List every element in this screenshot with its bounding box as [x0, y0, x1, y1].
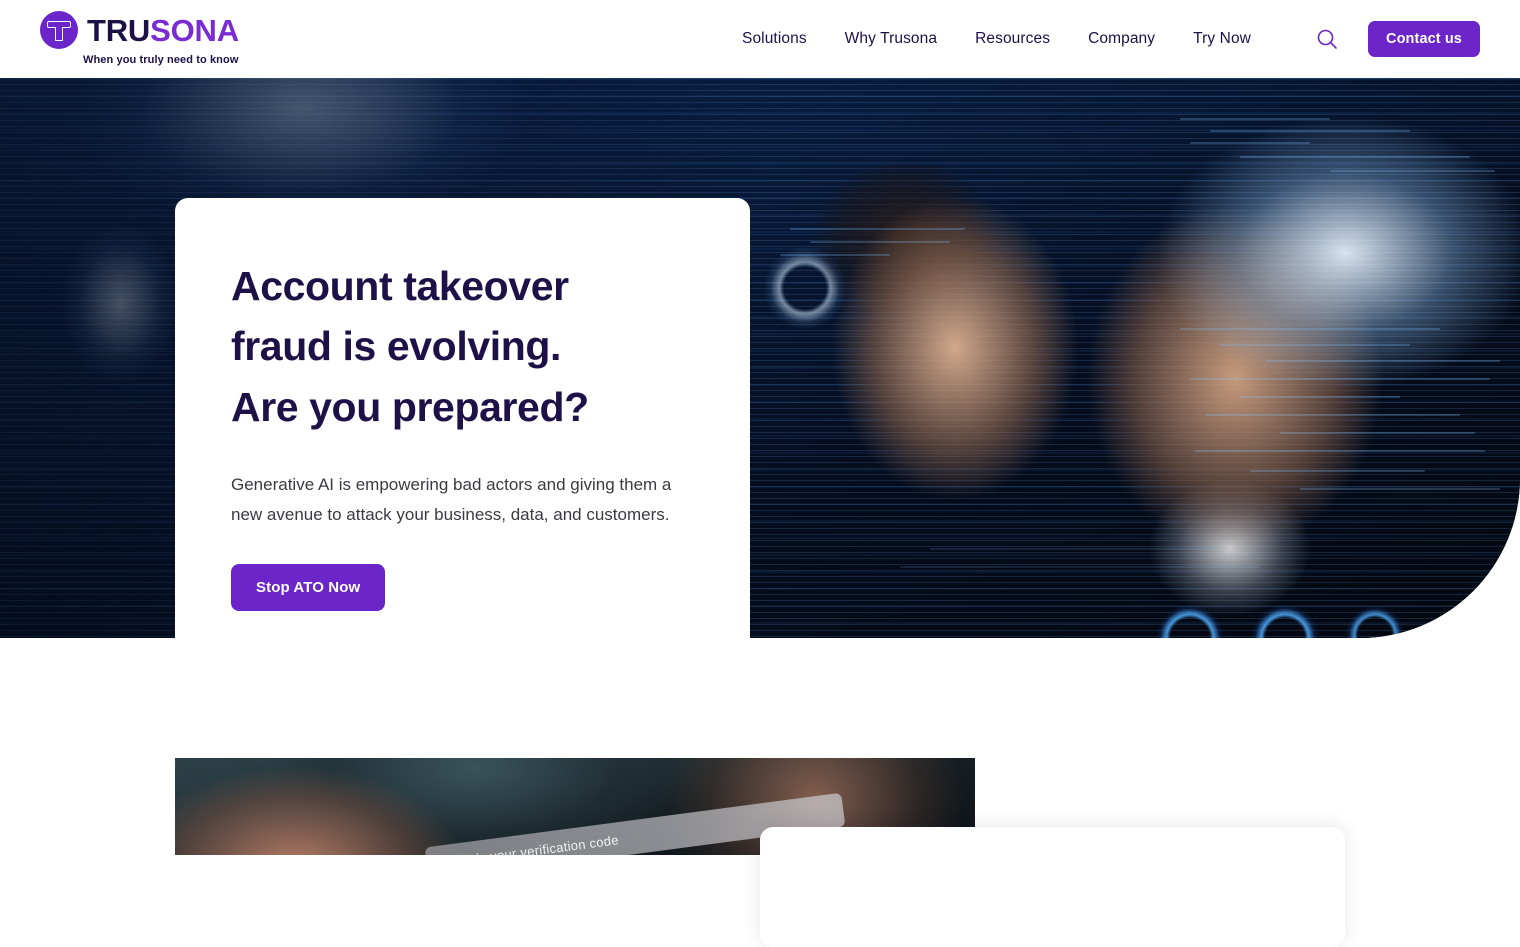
hero-subtitle: Generative AI is empowering bad actors a…: [231, 474, 672, 524]
secondary-section: ****** is your verification code: [0, 638, 1520, 947]
logo-word-tru: TRU: [87, 12, 151, 48]
nav-item-company[interactable]: Company: [1088, 30, 1155, 48]
stop-ato-now-button[interactable]: Stop ATO Now: [231, 563, 386, 611]
logo-tagline: When you truly need to know: [83, 54, 239, 66]
trusona-pillar-icon: [40, 11, 78, 49]
logo[interactable]: TRUSONA When you truly need to know: [40, 11, 239, 66]
page-title: Account takeover fraud is evolving. Are …: [231, 256, 694, 437]
nav-item-solutions[interactable]: Solutions: [742, 30, 807, 48]
hero-title-line-3: Are you prepared?: [231, 383, 589, 430]
logo-wordmark: TRUSONA: [87, 15, 239, 46]
nav-item-try-now[interactable]: Try Now: [1193, 30, 1251, 48]
logo-word-sona: SONA: [150, 12, 239, 48]
main-navigation: Solutions Why Trusona Resources Company …: [742, 0, 1251, 78]
nav-item-why-trusona[interactable]: Why Trusona: [845, 30, 937, 48]
logo-row: TRUSONA: [40, 11, 239, 49]
pillar-stem-shape: [55, 27, 63, 41]
site-header: TRUSONA When you truly need to know Solu…: [0, 0, 1520, 78]
hero-content-card: Account takeover fraud is evolving. Are …: [175, 198, 750, 638]
hero-title-line-1: Account takeover: [231, 263, 569, 309]
nav-item-resources[interactable]: Resources: [975, 30, 1050, 48]
hero-title-line-2: fraud is evolving.: [231, 323, 561, 370]
hero-section: Account takeover fraud is evolving. Are …: [0, 78, 1520, 638]
secondary-content-card: [760, 827, 1345, 947]
search-icon[interactable]: [1313, 25, 1341, 53]
contact-us-button[interactable]: Contact us: [1368, 21, 1480, 57]
